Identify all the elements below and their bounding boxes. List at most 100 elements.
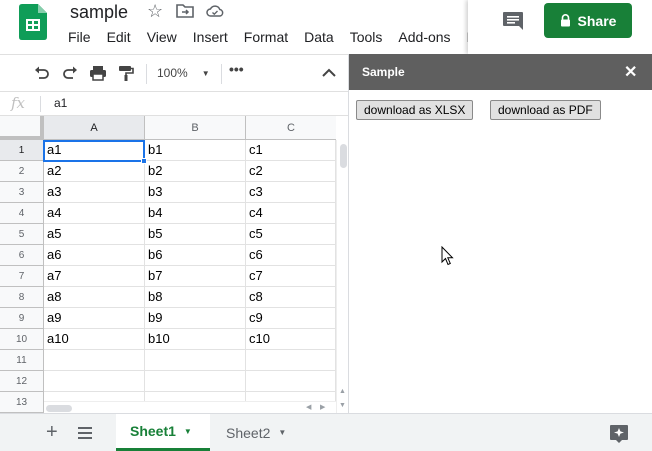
cell-c6[interactable]: c6 [246, 245, 336, 266]
cell-b11[interactable] [145, 350, 246, 371]
scroll-left-icon[interactable]: ◀ [306, 404, 311, 412]
explore-icon[interactable] [609, 424, 629, 444]
row-header[interactable]: 3 [0, 182, 44, 203]
cell-a2[interactable]: a2 [44, 161, 145, 182]
cell-c5[interactable]: c5 [246, 224, 336, 245]
tab-sheet2[interactable]: Sheet2 ▼ [212, 414, 306, 451]
cell-b9[interactable]: b9 [145, 308, 246, 329]
cell-c1[interactable]: c1 [246, 140, 336, 161]
cell-c11[interactable] [246, 350, 336, 371]
cell-b4[interactable]: b4 [145, 203, 246, 224]
column-header-c[interactable]: C [246, 116, 336, 140]
row-header[interactable]: 11 [0, 350, 44, 371]
cell-a9[interactable]: a9 [44, 308, 145, 329]
more-icon[interactable]: ••• [229, 61, 244, 77]
cell-c8[interactable]: c8 [246, 287, 336, 308]
document-title[interactable]: sample [70, 2, 128, 23]
tab-sheet1[interactable]: Sheet1 ▼ [116, 414, 210, 451]
print-icon[interactable] [89, 65, 107, 81]
table-row: 10 a10 b10 c10 [0, 329, 336, 350]
cell-b7[interactable]: b7 [145, 266, 246, 287]
cell-b1[interactable]: b1 [145, 140, 246, 161]
star-icon[interactable]: ☆ [147, 1, 163, 22]
cell-b12[interactable] [145, 371, 246, 392]
redo-icon[interactable] [61, 65, 79, 81]
menu-format[interactable]: Format [236, 28, 296, 48]
toolbar-divider [221, 64, 222, 84]
cell-a12[interactable] [44, 371, 145, 392]
zoom-select[interactable]: 100% ▼ [157, 63, 210, 83]
all-sheets-icon[interactable] [78, 427, 92, 439]
mouse-cursor-icon [441, 246, 454, 266]
cell-b10[interactable]: b10 [145, 329, 246, 350]
cloud-saved-icon[interactable] [206, 3, 224, 19]
cell-a7[interactable]: a7 [44, 266, 145, 287]
cell-b6[interactable]: b6 [145, 245, 246, 266]
sidebar-header: Sample ✕ [349, 54, 652, 90]
cell-a10[interactable]: a10 [44, 329, 145, 350]
caret-down-icon[interactable]: ▼ [278, 428, 286, 437]
horizontal-scrollbar[interactable]: ◀ ▶ [44, 401, 336, 413]
cell-b8[interactable]: b8 [145, 287, 246, 308]
menu-view[interactable]: View [139, 28, 185, 48]
cell-a5[interactable]: a5 [44, 224, 145, 245]
paint-format-icon[interactable] [117, 65, 135, 81]
cell-b2[interactable]: b2 [145, 161, 246, 182]
table-row: 9 a9 b9 c9 [0, 308, 336, 329]
row-header[interactable]: 10 [0, 329, 44, 350]
cell-c7[interactable]: c7 [246, 266, 336, 287]
cell-a4[interactable]: a4 [44, 203, 145, 224]
horizontal-scroll-thumb[interactable] [46, 405, 72, 412]
cell-c10[interactable]: c10 [246, 329, 336, 350]
fill-handle[interactable] [141, 158, 147, 164]
download-xlsx-button[interactable]: download as XLSX [356, 100, 474, 120]
move-folder-icon[interactable] [176, 3, 194, 19]
cell-a3[interactable]: a3 [44, 182, 145, 203]
row-header[interactable]: 2 [0, 161, 44, 182]
collapse-icon[interactable] [320, 65, 338, 81]
menu-edit[interactable]: Edit [99, 28, 139, 48]
undo-icon[interactable] [33, 65, 51, 81]
cell-a8[interactable]: a8 [44, 287, 145, 308]
vertical-scroll-thumb[interactable] [340, 144, 347, 168]
cell-a6[interactable]: a6 [44, 245, 145, 266]
row-header[interactable]: 4 [0, 203, 44, 224]
scroll-down-icon[interactable]: ▼ [339, 402, 346, 410]
row-header[interactable]: 8 [0, 287, 44, 308]
menu-add-ons[interactable]: Add-ons [390, 28, 458, 48]
menu-file[interactable]: File [60, 28, 99, 48]
cell-b3[interactable]: b3 [145, 182, 246, 203]
table-row: 6 a6 b6 c6 [0, 245, 336, 266]
cell-a11[interactable] [44, 350, 145, 371]
menu-data[interactable]: Data [296, 28, 342, 48]
row-header[interactable]: 5 [0, 224, 44, 245]
add-sheet-icon[interactable]: + [46, 422, 58, 442]
row-header[interactable]: 1 [0, 140, 44, 161]
select-all-corner[interactable] [0, 116, 44, 140]
cell-c3[interactable]: c3 [246, 182, 336, 203]
share-button[interactable]: Share [544, 3, 632, 38]
vertical-scrollbar[interactable]: ▲ ▼ [336, 140, 348, 413]
menu-insert[interactable]: Insert [185, 28, 236, 48]
column-header-a[interactable]: A [44, 116, 145, 140]
row-header[interactable]: 12 [0, 371, 44, 392]
close-icon[interactable]: ✕ [624, 62, 637, 82]
cell-c2[interactable]: c2 [246, 161, 336, 182]
cell-c9[interactable]: c9 [246, 308, 336, 329]
menu-tools[interactable]: Tools [342, 28, 391, 48]
column-header-b[interactable]: B [145, 116, 246, 140]
scroll-up-icon[interactable]: ▲ [339, 388, 346, 396]
download-pdf-button[interactable]: download as PDF [490, 100, 601, 120]
row-header[interactable]: 7 [0, 266, 44, 287]
row-header[interactable]: 13 [0, 392, 44, 413]
caret-down-icon[interactable]: ▼ [184, 427, 192, 436]
cell-c12[interactable] [246, 371, 336, 392]
sheets-logo-icon[interactable] [19, 4, 47, 40]
cell-c4[interactable]: c4 [246, 203, 336, 224]
row-header[interactable]: 6 [0, 245, 44, 266]
formula-input[interactable]: a1 [54, 96, 67, 110]
cell-b5[interactable]: b5 [145, 224, 246, 245]
comment-icon[interactable] [502, 11, 524, 31]
row-header[interactable]: 9 [0, 308, 44, 329]
scroll-right-icon[interactable]: ▶ [320, 404, 325, 412]
